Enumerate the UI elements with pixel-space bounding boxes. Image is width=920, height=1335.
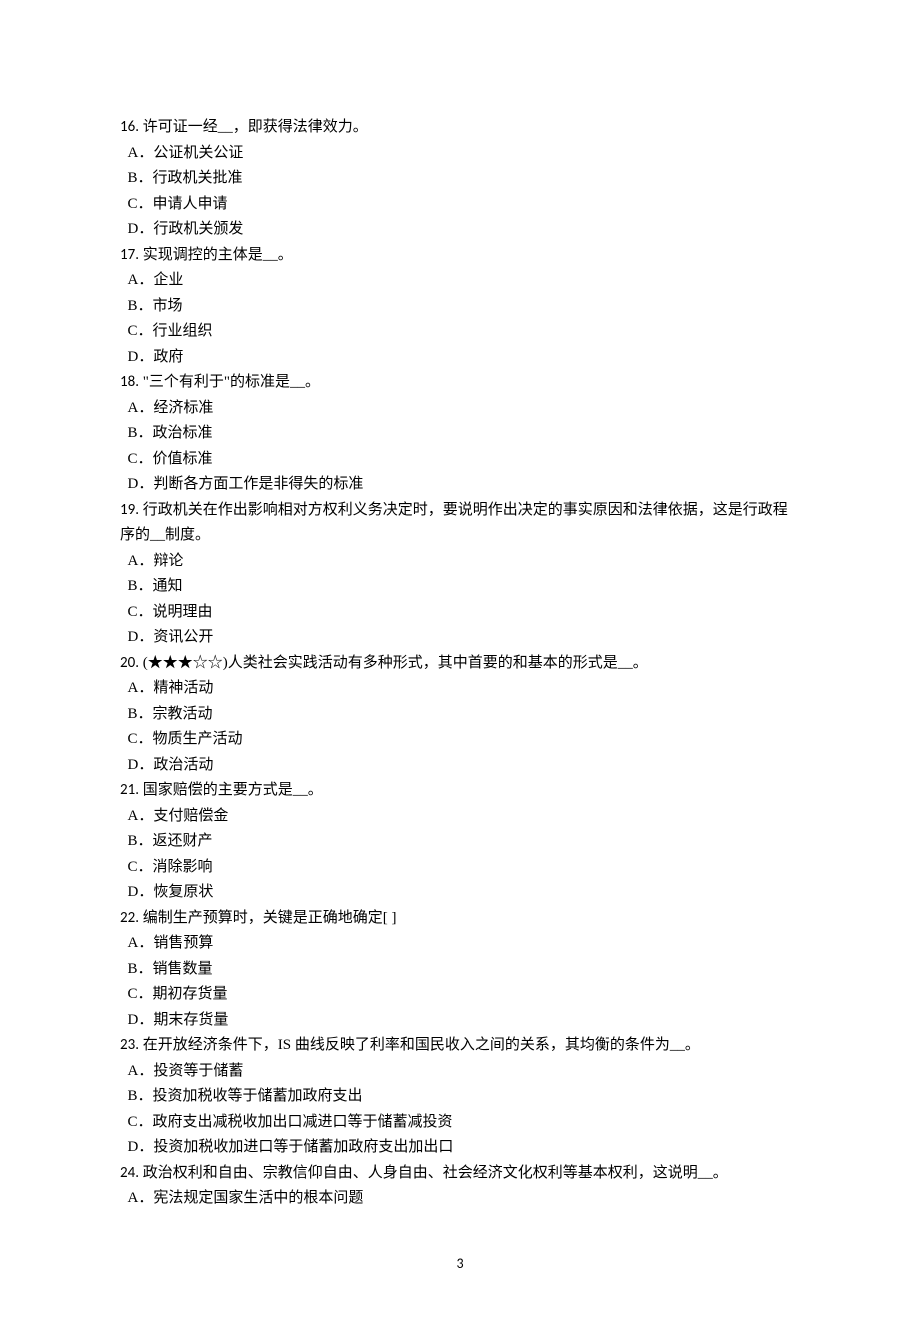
question-text: 24. 政治权利和自由、宗教信仰自由、人身自由、社会经济文化权利等基本权利，这说… (120, 1161, 800, 1187)
answer-option: B．返还财产 (120, 829, 800, 855)
question-text: 17. 实现调控的主体是__。 (120, 243, 800, 269)
question-text: 20. (★★★☆☆)人类社会实践活动有多种形式，其中首要的和基本的形式是__。 (120, 651, 800, 677)
question-body: 国家赔偿的主要方式是__。 (139, 782, 323, 798)
question-body: 在开放经济条件下，IS 曲线反映了利率和国民收入之间的关系，其均衡的条件为__。 (139, 1037, 700, 1053)
answer-option: C．说明理由 (120, 600, 800, 626)
answer-option: C．物质生产活动 (120, 727, 800, 753)
question-block: 23. 在开放经济条件下，IS 曲线反映了利率和国民收入之间的关系，其均衡的条件… (120, 1033, 800, 1161)
answer-option: D．行政机关颁发 (120, 217, 800, 243)
answer-option: A．精神活动 (120, 676, 800, 702)
question-number: 18. (120, 373, 139, 391)
answer-option: B．通知 (120, 574, 800, 600)
question-body: 政治权利和自由、宗教信仰自由、人身自由、社会经济文化权利等基本权利，这说明__。 (139, 1165, 728, 1181)
answer-option: C．申请人申请 (120, 192, 800, 218)
question-number: 17. (120, 246, 139, 264)
question-number: 16. (120, 118, 139, 136)
answer-option: C．消除影响 (120, 855, 800, 881)
question-block: 17. 实现调控的主体是__。A．企业B．市场C．行业组织D．政府 (120, 243, 800, 371)
answer-option: D．判断各方面工作是非得失的标准 (120, 472, 800, 498)
question-text: 23. 在开放经济条件下，IS 曲线反映了利率和国民收入之间的关系，其均衡的条件… (120, 1033, 800, 1059)
answer-option: C．行业组织 (120, 319, 800, 345)
answer-option: A．销售预算 (120, 931, 800, 957)
question-number: 22. (120, 909, 139, 927)
answer-option: B．政治标准 (120, 421, 800, 447)
answer-option: B．市场 (120, 294, 800, 320)
answer-option: D．恢复原状 (120, 880, 800, 906)
answer-option: D．期末存货量 (120, 1008, 800, 1034)
question-block: 24. 政治权利和自由、宗教信仰自由、人身自由、社会经济文化权利等基本权利，这说… (120, 1161, 800, 1212)
answer-option: B．销售数量 (120, 957, 800, 983)
question-body: (★★★☆☆)人类社会实践活动有多种形式，其中首要的和基本的形式是__。 (139, 655, 648, 671)
answer-option: D．政府 (120, 345, 800, 371)
answer-option: D．政治活动 (120, 753, 800, 779)
question-block: 16. 许可证一经__，即获得法律效力。A．公证机关公证B．行政机关批准C．申请… (120, 115, 800, 243)
question-block: 18. "三个有利于"的标准是__。A．经济标准B．政治标准C．价值标准D．判断… (120, 370, 800, 498)
question-block: 19. 行政机关在作出影响相对方权利义务决定时，要说明作出决定的事实原因和法律依… (120, 498, 800, 651)
answer-option: B．宗教活动 (120, 702, 800, 728)
question-number: 23. (120, 1036, 139, 1054)
answer-option: C．价值标准 (120, 447, 800, 473)
answer-option: B．投资加税收等于储蓄加政府支出 (120, 1084, 800, 1110)
question-text: 21. 国家赔偿的主要方式是__。 (120, 778, 800, 804)
answer-option: C．政府支出减税收加出口减进口等于储蓄减投资 (120, 1110, 800, 1136)
answer-option: A．宪法规定国家生活中的根本问题 (120, 1186, 800, 1212)
question-block: 20. (★★★☆☆)人类社会实践活动有多种形式，其中首要的和基本的形式是__。… (120, 651, 800, 779)
question-block: 22. 编制生产预算时，关键是正确地确定[ ]A．销售预算B．销售数量C．期初存… (120, 906, 800, 1034)
answer-option: A．公证机关公证 (120, 141, 800, 167)
question-body: 行政机关在作出影响相对方权利义务决定时，要说明作出决定的事实原因和法律依据，这是… (120, 502, 788, 544)
question-text: 22. 编制生产预算时，关键是正确地确定[ ] (120, 906, 800, 932)
answer-option: A．企业 (120, 268, 800, 294)
answer-option: A．辩论 (120, 549, 800, 575)
question-number: 21. (120, 781, 139, 799)
question-body: 编制生产预算时，关键是正确地确定[ ] (139, 910, 397, 926)
question-text: 18. "三个有利于"的标准是__。 (120, 370, 800, 396)
questions-container: 16. 许可证一经__，即获得法律效力。A．公证机关公证B．行政机关批准C．申请… (120, 115, 800, 1212)
question-body: 实现调控的主体是__。 (139, 247, 293, 263)
answer-option: B．行政机关批准 (120, 166, 800, 192)
question-number: 20. (120, 654, 139, 672)
document-page: 16. 许可证一经__，即获得法律效力。A．公证机关公证B．行政机关批准C．申请… (0, 0, 920, 1335)
answer-option: D．投资加税收加进口等于储蓄加政府支出加出口 (120, 1135, 800, 1161)
answer-option: C．期初存货量 (120, 982, 800, 1008)
question-text: 19. 行政机关在作出影响相对方权利义务决定时，要说明作出决定的事实原因和法律依… (120, 498, 800, 549)
answer-option: A．投资等于储蓄 (120, 1059, 800, 1085)
question-block: 21. 国家赔偿的主要方式是__。A．支付赔偿金B．返还财产C．消除影响D．恢复… (120, 778, 800, 906)
question-number: 24. (120, 1164, 139, 1182)
question-text: 16. 许可证一经__，即获得法律效力。 (120, 115, 800, 141)
question-body: 许可证一经__，即获得法律效力。 (139, 119, 368, 135)
page-number: 3 (120, 1252, 800, 1276)
question-body: "三个有利于"的标准是__。 (139, 374, 320, 390)
answer-option: A．支付赔偿金 (120, 804, 800, 830)
answer-option: A．经济标准 (120, 396, 800, 422)
answer-option: D．资讯公开 (120, 625, 800, 651)
question-number: 19. (120, 501, 139, 519)
